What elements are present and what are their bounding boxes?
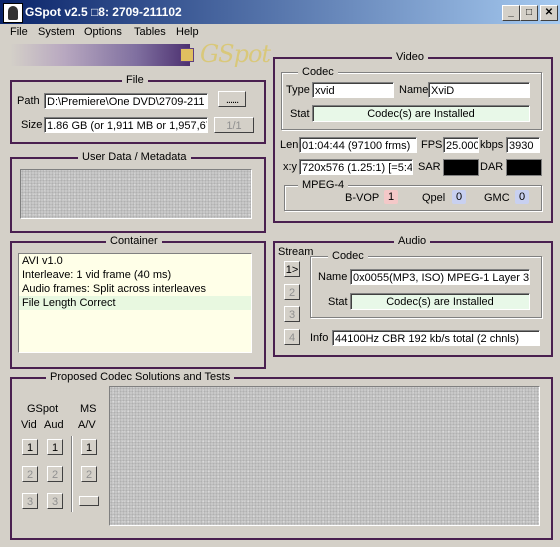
menu-bar: File System Options Tables Help — [0, 24, 560, 42]
qpel-label: Qpel — [422, 192, 446, 204]
minimize-button[interactable]: _ — [502, 5, 520, 21]
ms-av-2-button[interactable]: 2 — [81, 466, 97, 482]
video-stat-field[interactable]: Codec(s) are Installed — [312, 105, 530, 122]
kbps-label: kbps — [480, 139, 504, 151]
proposed-group-label: Proposed Codec Solutions and Tests — [46, 371, 235, 383]
menu-system[interactable]: System — [38, 26, 75, 38]
av-label: A/V — [78, 419, 96, 431]
gspot-aud-2-button[interactable]: 2 — [47, 466, 63, 482]
menu-file[interactable]: File — [10, 26, 28, 38]
stream-label: Stream — [277, 246, 315, 258]
list-item[interactable]: Audio frames: Split across interleaves — [19, 282, 251, 296]
audio-name-field[interactable]: 0x0055(MP3, ISO) MPEG-1 Layer 3 — [350, 269, 530, 285]
title-bar[interactable]: GSpot v2.5 □8: 2709-211102 _ □ ✕ — [0, 0, 560, 24]
audio-codec-label: Codec — [328, 250, 368, 262]
kbps-field[interactable]: 3930 — [506, 137, 540, 153]
banner-square — [180, 48, 194, 62]
gspot-aud-1-button[interactable]: 1 — [47, 439, 63, 455]
fps-label: FPS — [421, 139, 443, 151]
ms-av-1-button[interactable]: 1 — [81, 439, 97, 455]
browse-button[interactable]: ...... — [218, 91, 246, 107]
audio-info-field[interactable]: 44100Hz CBR 192 kb/s total (2 chnls) — [332, 330, 540, 346]
qpel-value: 0 — [452, 190, 466, 204]
sar-field[interactable] — [443, 159, 479, 176]
gspot-vid-1-button[interactable]: 1 — [22, 439, 38, 455]
stream-4-button[interactable]: 4 — [284, 329, 300, 345]
list-item[interactable]: Interleave: 1 vid frame (40 ms) — [19, 268, 251, 282]
size-field[interactable]: 1.86 GB (or 1,911 MB or 1,957,67 — [44, 117, 208, 133]
file-group — [10, 80, 266, 144]
xy-label: x:y — [283, 161, 298, 173]
close-button[interactable]: ✕ — [540, 5, 558, 21]
menu-help[interactable]: Help — [176, 26, 199, 38]
vertical-divider — [71, 436, 73, 512]
container-group-label: Container — [106, 235, 162, 247]
audio-group-label: Audio — [394, 235, 431, 247]
file-group-label: File — [122, 74, 148, 86]
len-label: Len — [280, 139, 299, 151]
fps-field[interactable]: 25.000 — [443, 137, 479, 153]
audio-info-label: Info — [310, 332, 329, 344]
size-label: Size — [21, 119, 43, 131]
gmc-label: GMC — [484, 192, 510, 204]
path-label: Path — [17, 95, 40, 107]
path-field[interactable]: D:\Premiere\One DVD\2709-211 — [44, 93, 208, 109]
page-indicator[interactable]: 1/1 — [214, 117, 254, 133]
gspot-label: GSpot — [27, 403, 59, 415]
video-name-label: Name — [399, 84, 429, 96]
dar-field[interactable] — [506, 159, 542, 176]
gspot-logo: GSpot — [200, 40, 271, 68]
metadata-box[interactable] — [20, 169, 252, 219]
video-name-field[interactable]: XviD — [428, 82, 530, 98]
stream-1-button[interactable]: 1> — [284, 261, 300, 277]
gmc-value: 0 — [515, 190, 529, 204]
video-stat-label: Stat — [290, 108, 310, 120]
audio-stat-label: Stat — [328, 296, 348, 308]
ms-av-3-button[interactable] — [79, 496, 99, 506]
window-title: GSpot v2.5 □8: 2709-211102 — [25, 5, 182, 19]
menu-tables[interactable]: Tables — [134, 26, 166, 38]
xy-field[interactable]: 720x576 (1.25:1) [=5:4] — [299, 159, 413, 175]
menu-options[interactable]: Options — [84, 26, 122, 38]
stream-2-button[interactable]: 2 — [284, 284, 300, 300]
bvop-label: B-VOP — [345, 192, 380, 204]
video-codec-label: Codec — [298, 66, 338, 78]
video-group-label: Video — [392, 51, 428, 63]
app-icon[interactable] — [3, 3, 23, 23]
metadata-group-label: User Data / Metadata — [78, 151, 191, 163]
proposed-results-box[interactable] — [109, 386, 540, 526]
bvop-value: 1 — [384, 190, 398, 204]
video-type-label: Type — [286, 84, 310, 96]
banner-gradient — [10, 44, 190, 66]
vid-label: Vid — [21, 419, 37, 431]
audio-name-label: Name — [318, 271, 348, 283]
list-item[interactable]: AVI v1.0 — [19, 254, 251, 268]
aud-label: Aud — [44, 419, 64, 431]
gspot-vid-2-button[interactable]: 2 — [22, 466, 38, 482]
stream-3-button[interactable]: 3 — [284, 306, 300, 322]
video-type-field[interactable]: xvid — [312, 82, 394, 98]
list-item[interactable]: File Length Correct — [19, 296, 251, 310]
audio-stat-field[interactable]: Codec(s) are Installed — [350, 293, 530, 310]
maximize-button[interactable]: □ — [520, 5, 538, 21]
gspot-aud-3-button[interactable]: 3 — [47, 493, 63, 509]
container-list[interactable]: AVI v1.0 Interleave: 1 vid frame (40 ms)… — [18, 253, 252, 353]
sar-label: SAR — [418, 161, 441, 173]
ms-label: MS — [80, 403, 97, 415]
mpeg4-label: MPEG-4 — [298, 179, 349, 191]
gspot-vid-3-button[interactable]: 3 — [22, 493, 38, 509]
dar-label: DAR — [480, 161, 504, 173]
len-field[interactable]: 01:04:44 (97100 frms) — [299, 137, 417, 153]
